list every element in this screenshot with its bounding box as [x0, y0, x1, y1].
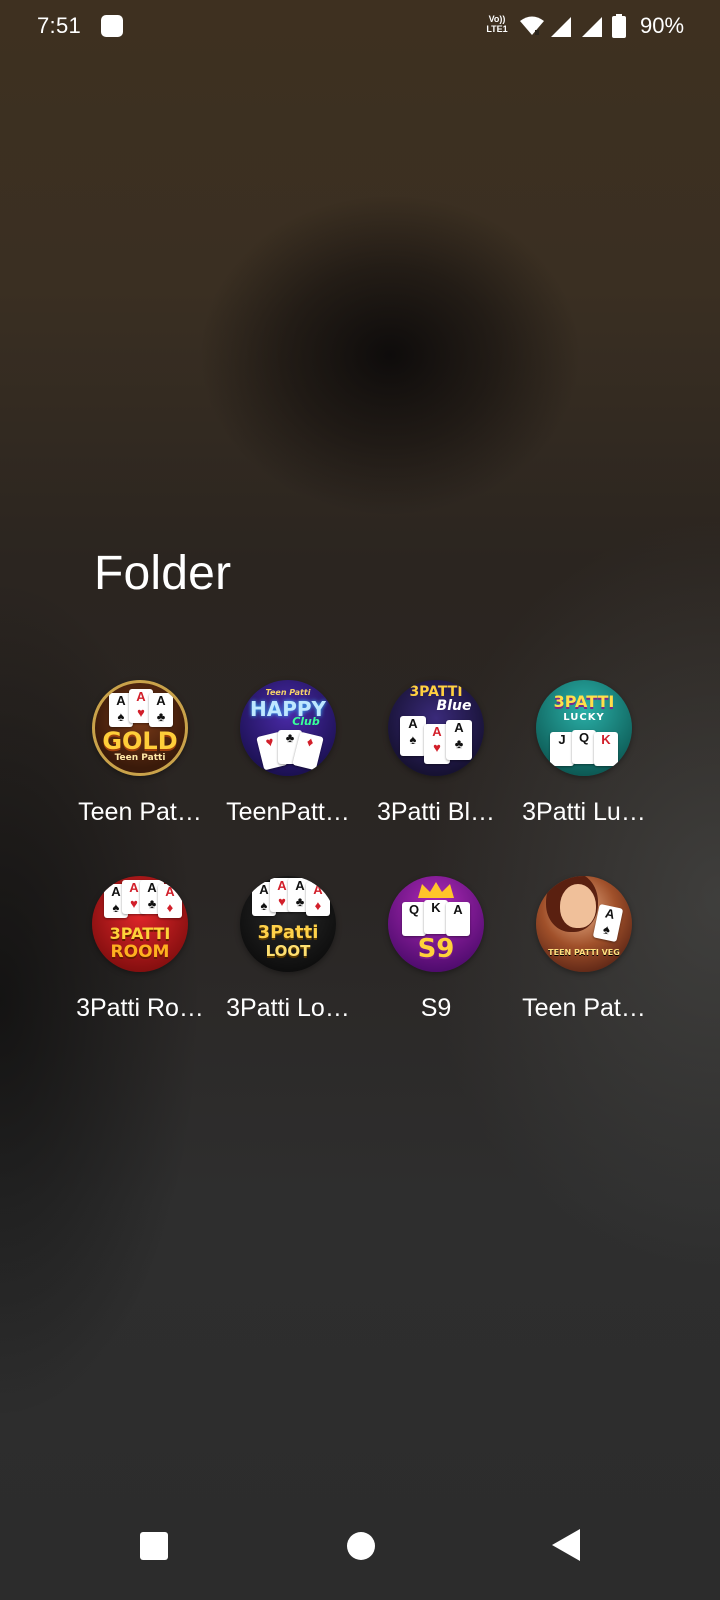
- signal-icon: [551, 17, 571, 37]
- app-label: 3Patti Ro…: [76, 994, 204, 1022]
- vegas-logo-text: TEEN PATTI VEG: [548, 948, 620, 957]
- app-teenpatti-happy-club[interactable]: Teen Patti HAPPY Club ♥ ♣ ♦ TeenPatt…: [214, 680, 362, 850]
- teen-patti-gold-icon[interactable]: A ♠ A ♥ A ♣ GOLD Teen Patti: [92, 680, 188, 776]
- lucky-logo-text: 3PATTI: [553, 692, 615, 711]
- app-label: 3Patti Bl…: [376, 798, 496, 826]
- folder-title[interactable]: Folder: [94, 546, 231, 601]
- 3patti-room-icon[interactable]: A ♠ A ♥ A ♣ A ♦ 3PATTI ROOM: [92, 876, 188, 972]
- home-button[interactable]: [347, 1532, 375, 1560]
- navigation-bar: [0, 1516, 720, 1600]
- loot-logo-text: LOOT: [265, 942, 311, 960]
- 3patti-blue-icon[interactable]: 3PATTI Blue A ♠ A ♥ A ♣: [388, 680, 484, 776]
- volte-label-bottom: LTE1: [486, 24, 508, 34]
- 3patti-loot-icon[interactable]: A ♠ A ♥ A ♣ A ♦ 3Patti LOOT: [240, 876, 336, 972]
- loot-logo-top: 3Patti: [257, 922, 319, 943]
- lucky-logo-subtext: LUCKY: [563, 712, 605, 723]
- notification-icon: [101, 15, 123, 37]
- s9-icon[interactable]: Q K A S9: [388, 876, 484, 972]
- room-logo-text: ROOM: [110, 942, 170, 962]
- back-button[interactable]: [552, 1529, 580, 1561]
- teen-patti-vegas-icon[interactable]: A ♠ TEEN PATTI VEG: [536, 876, 632, 972]
- app-teen-patti-vegas[interactable]: A ♠ TEEN PATTI VEG Teen Pat…: [510, 876, 658, 1046]
- battery-percent: 90%: [640, 13, 685, 38]
- gold-logo-text: GOLD: [102, 727, 178, 755]
- s9-logo-text: S9: [417, 934, 455, 964]
- app-3patti-room[interactable]: A ♠ A ♥ A ♣ A ♦ 3PATTI ROOM 3Patti Ro…: [66, 876, 214, 1046]
- status-bar: 7:51 Vo)) LTE1 90%: [0, 0, 720, 54]
- happy-logo-top: Teen Patti: [265, 688, 311, 697]
- room-logo-top: 3PATTI: [109, 924, 171, 943]
- app-teen-patti-gold[interactable]: A ♠ A ♥ A ♣ GOLD Teen Patti Teen Pat…: [66, 680, 214, 850]
- 3patti-lucky-icon[interactable]: 3PATTI LUCKY J Q K: [536, 680, 632, 776]
- app-s9[interactable]: Q K A S9 S9: [362, 876, 510, 1046]
- wifi-icon: [520, 16, 544, 35]
- app-3patti-loot[interactable]: A ♠ A ♥ A ♣ A ♦ 3Patti LOOT 3Patti Lo…: [214, 876, 362, 1046]
- app-label: Teen Pat…: [522, 994, 646, 1022]
- app-label: Teen Pat…: [78, 798, 202, 826]
- recents-button[interactable]: [140, 1532, 168, 1560]
- happy-logo-club: Club: [292, 715, 320, 728]
- crown-icon: [418, 882, 454, 898]
- app-label: 3Patti Lu…: [522, 798, 646, 826]
- volte-icon: Vo)) LTE1: [484, 14, 510, 38]
- blue-logo-text: Blue: [436, 698, 472, 714]
- app-label: TeenPatt…: [226, 798, 350, 826]
- app-label: 3Patti Lo…: [226, 994, 350, 1022]
- gold-logo-subtext: Teen Patti: [114, 753, 166, 763]
- status-time: 7:51: [37, 13, 82, 38]
- volte-label-top: Vo)): [488, 14, 506, 24]
- battery-icon: [612, 14, 626, 38]
- app-3patti-blue[interactable]: 3PATTI Blue A ♠ A ♥ A ♣ 3Patti Bl…: [362, 680, 510, 850]
- app-3patti-lucky[interactable]: 3PATTI LUCKY J Q K 3Patti Lu…: [510, 680, 658, 850]
- signal-icon: [582, 17, 602, 37]
- avatar: [560, 884, 596, 928]
- teenpatti-happy-club-icon[interactable]: Teen Patti HAPPY Club ♥ ♣ ♦: [240, 680, 336, 776]
- app-label: S9: [420, 994, 452, 1022]
